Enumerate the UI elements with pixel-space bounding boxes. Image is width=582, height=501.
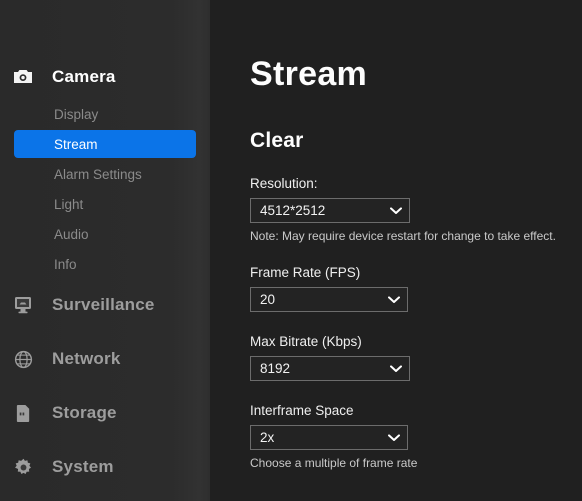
sdcard-icon (10, 402, 36, 424)
chevron-down-icon (389, 362, 403, 376)
sidebar-item-label-audio: Audio (54, 226, 89, 242)
sidebar-group-surveillance[interactable]: Surveillance (0, 288, 210, 322)
chevron-down-icon (387, 293, 401, 307)
sidebar-item-label-light: Light (54, 196, 84, 212)
note-resolution: Note: May require device restart for cha… (250, 229, 556, 243)
note-interframe-space: Choose a multiple of frame rate (250, 456, 418, 470)
sidebar-group-storage[interactable]: Storage (0, 396, 210, 430)
monitor-icon (10, 294, 36, 316)
camera-icon (10, 66, 36, 88)
label-resolution: Resolution: (250, 176, 318, 191)
globe-icon (10, 348, 36, 370)
field-interframe-space: Interframe Space 2x Choose a multiple of… (250, 403, 582, 470)
max-bitrate-select[interactable]: 8192 (250, 356, 410, 381)
field-resolution: Resolution: 4512*2512 Note: May require … (250, 176, 582, 243)
sidebar-subnav-camera: Display Stream Alarm Settings Light Audi… (0, 100, 210, 278)
sidebar-item-light[interactable]: Light (14, 190, 196, 218)
main-content: Stream Clear Resolution: 4512*2512 Note:… (210, 0, 582, 501)
section-title: Clear (250, 129, 304, 152)
interframe-space-value: 2x (260, 430, 275, 445)
sidebar-item-label-alarm-settings: Alarm Settings (54, 166, 142, 182)
field-max-bitrate: Max Bitrate (Kbps) 8192 (250, 334, 582, 381)
sidebar-item-label-display: Display (54, 106, 99, 122)
sidebar-item-label-stream: Stream (54, 136, 98, 152)
sidebar-group-label-camera: Camera (52, 67, 116, 86)
sidebar-item-display[interactable]: Display (14, 100, 196, 128)
interframe-space-select[interactable]: 2x (250, 425, 408, 450)
sidebar-group-label-system: System (52, 457, 114, 476)
sidebar-group-system[interactable]: System (0, 450, 210, 484)
chevron-down-icon (389, 204, 403, 218)
resolution-select[interactable]: 4512*2512 (250, 198, 410, 223)
sidebar-group-camera[interactable]: Camera (0, 60, 210, 94)
sidebar-item-info[interactable]: Info (14, 250, 196, 278)
sidebar-item-alarm-settings[interactable]: Alarm Settings (14, 160, 196, 188)
sidebar-group-label-storage: Storage (52, 403, 117, 422)
label-max-bitrate: Max Bitrate (Kbps) (250, 334, 362, 349)
label-frame-rate: Frame Rate (FPS) (250, 265, 361, 280)
sidebar-group-label-surveillance: Surveillance (52, 295, 155, 314)
field-frame-rate: Frame Rate (FPS) 20 (250, 265, 582, 312)
max-bitrate-value: 8192 (260, 361, 291, 376)
frame-rate-select[interactable]: 20 (250, 287, 408, 312)
sidebar-group-label-network: Network (52, 349, 121, 368)
sidebar-item-stream[interactable]: Stream (14, 130, 196, 158)
gear-icon (10, 456, 36, 478)
chevron-down-icon (387, 431, 401, 445)
sidebar-group-network[interactable]: Network (0, 342, 210, 376)
frame-rate-value: 20 (260, 292, 276, 307)
page-title: Stream (250, 55, 368, 93)
sidebar: Camera Display Stream Alarm Settings Lig… (0, 0, 210, 501)
sidebar-item-label-info: Info (54, 256, 77, 272)
sidebar-item-audio[interactable]: Audio (14, 220, 196, 248)
resolution-value: 4512*2512 (260, 203, 326, 218)
label-interframe-space: Interframe Space (250, 403, 354, 418)
